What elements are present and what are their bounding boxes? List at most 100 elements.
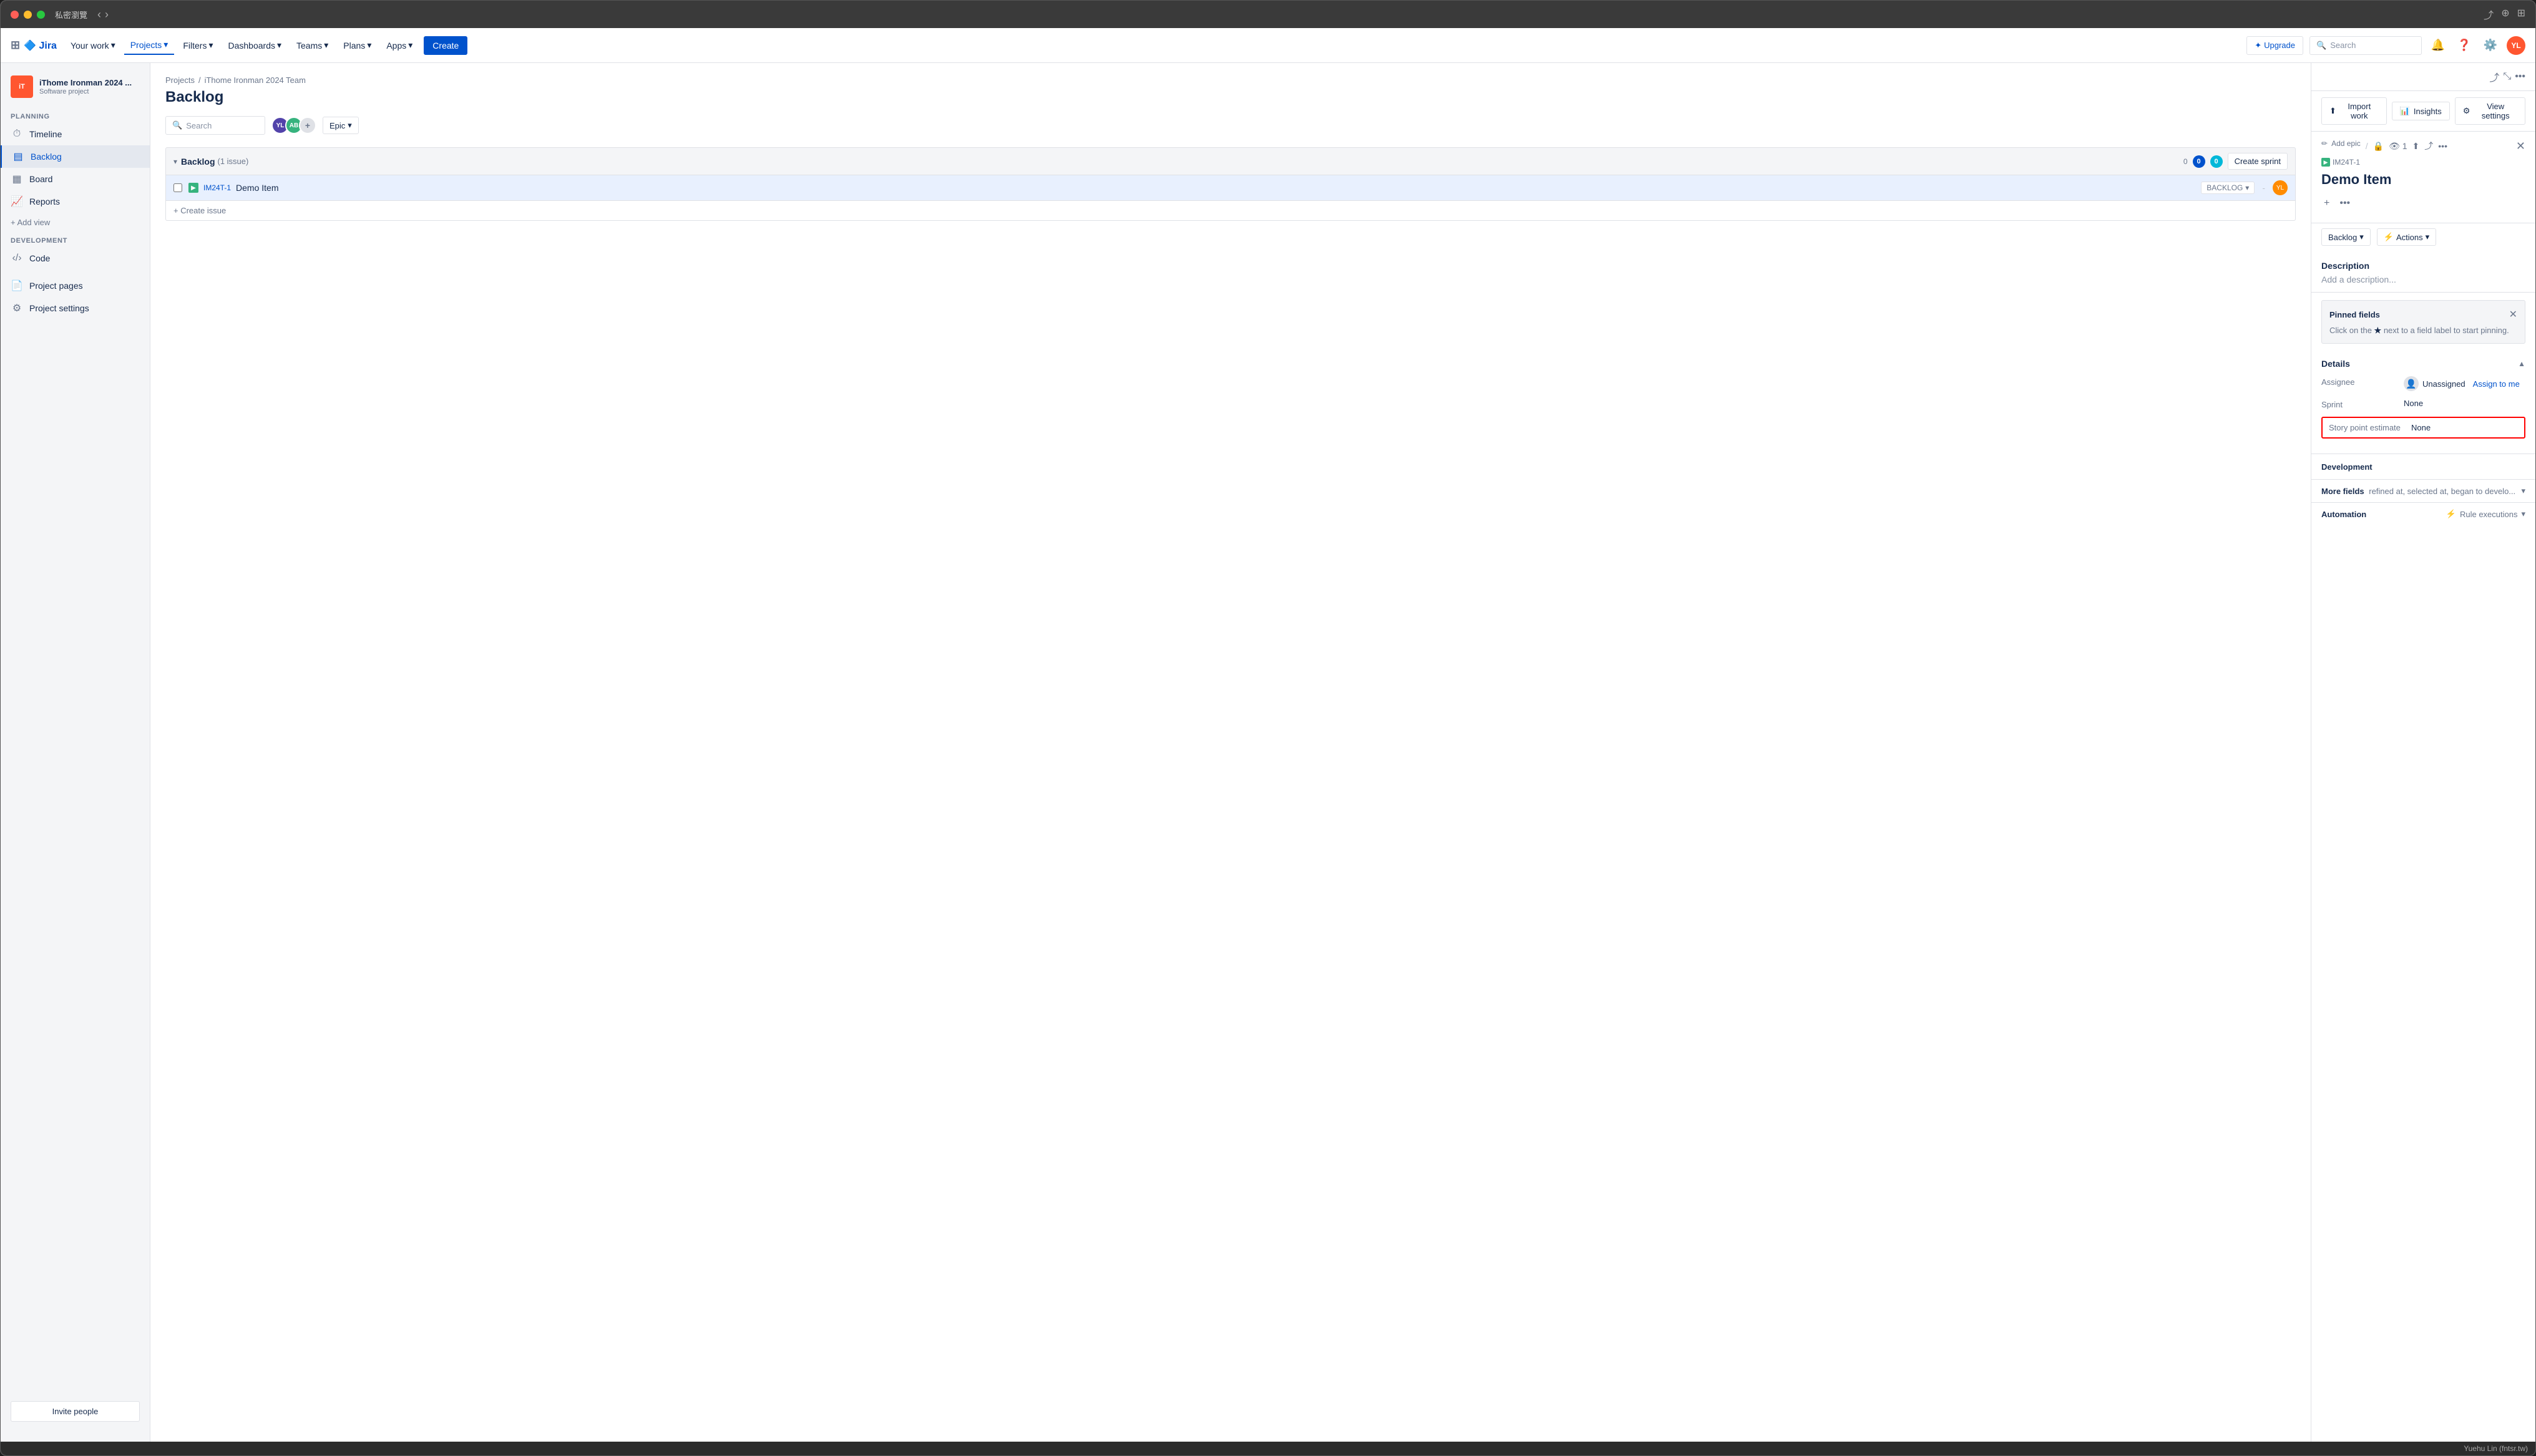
settings-icon: ⚙ bbox=[11, 302, 23, 314]
issue-checkbox[interactable] bbox=[173, 183, 182, 192]
panel-issue-title[interactable]: Demo Item bbox=[2321, 172, 2525, 188]
share-icon2[interactable]: ⤴ bbox=[2424, 140, 2433, 152]
project-header: iT iThome Ironman 2024 ... Software proj… bbox=[1, 73, 150, 108]
nav-your-work[interactable]: Your work ▾ bbox=[64, 36, 122, 54]
issue-id[interactable]: IM24T-1 bbox=[203, 183, 231, 192]
nav-teams[interactable]: Teams ▾ bbox=[290, 36, 334, 54]
upgrade-button[interactable]: ✦ Upgrade bbox=[2246, 36, 2303, 55]
sidebar-item-code[interactable]: ‹/› Code bbox=[1, 247, 150, 269]
invite-people-button[interactable]: Invite people bbox=[11, 1401, 140, 1422]
chevron-icon: ▾ bbox=[408, 40, 412, 51]
add-member-filter[interactable]: + bbox=[299, 117, 316, 134]
minimize-button[interactable] bbox=[24, 11, 32, 19]
story-point-value[interactable]: None bbox=[2411, 423, 2431, 432]
planning-section-label: PLANNING bbox=[1, 108, 150, 123]
upload-icon[interactable]: ⬆ bbox=[2412, 141, 2420, 152]
upgrade-star-icon: ✦ bbox=[2255, 41, 2261, 51]
global-search-bar[interactable]: 🔍 Search bbox=[2309, 36, 2422, 55]
apps-grid-icon[interactable]: ⊞ bbox=[11, 39, 20, 52]
more-icon2[interactable]: ••• bbox=[2438, 141, 2447, 151]
more-icon[interactable]: ••• bbox=[2515, 71, 2525, 82]
issue-title[interactable]: Demo Item bbox=[236, 183, 278, 193]
description-field[interactable]: Add a description... bbox=[2321, 274, 2525, 284]
details-section: Details ▲ Assignee 👤 Unassigned Assign t… bbox=[2311, 351, 2535, 454]
issue-type-indicator: ▶ bbox=[2321, 158, 2330, 167]
window-title: 私密瀏覽 bbox=[55, 9, 87, 21]
forward-button[interactable]: › bbox=[105, 8, 109, 21]
search-icon: 🔍 bbox=[172, 120, 182, 130]
development-section-label: DEVELOPMENT bbox=[1, 232, 150, 247]
backlog-search[interactable]: 🔍 Search bbox=[165, 116, 265, 135]
nav-dashboards[interactable]: Dashboards ▾ bbox=[222, 36, 288, 54]
nav-projects[interactable]: Projects ▾ bbox=[124, 36, 175, 55]
close-icon[interactable]: ✕ bbox=[2516, 140, 2525, 153]
expand-icon[interactable]: ⤡ bbox=[2503, 71, 2511, 82]
user-avatar[interactable]: YL bbox=[2507, 36, 2525, 55]
nav-plans[interactable]: Plans ▾ bbox=[337, 36, 378, 54]
chevron-icon: ▾ bbox=[208, 40, 213, 51]
sidebar-item-backlog[interactable]: ▤ Backlog bbox=[1, 145, 150, 168]
add-epic-link[interactable]: ✏ Add epic bbox=[2321, 139, 2361, 148]
backlog-issue-row[interactable]: ▶ IM24T-1 Demo Item BACKLOG ▾ - YL bbox=[165, 175, 2296, 201]
browser-nav: ‹ › bbox=[97, 8, 109, 21]
settings-icon: ⚙ bbox=[2463, 106, 2470, 116]
actions-button[interactable]: ⚡ Actions ▾ bbox=[2377, 228, 2436, 246]
story-point-row[interactable]: Story point estimate None bbox=[2321, 417, 2525, 439]
back-button[interactable]: ‹ bbox=[97, 8, 101, 21]
sidebar-item-reports[interactable]: 📈 Reports bbox=[1, 190, 150, 213]
share-icon[interactable]: ⤴ bbox=[2489, 69, 2499, 84]
notifications-icon[interactable]: 🔔 bbox=[2428, 36, 2448, 56]
nav-apps[interactable]: Apps ▾ bbox=[380, 36, 419, 54]
badge-zero: 0 bbox=[2183, 157, 2188, 166]
project-type: Software project bbox=[39, 88, 132, 95]
share-icon[interactable]: ⤴ bbox=[2484, 7, 2494, 22]
close-button[interactable] bbox=[11, 11, 19, 19]
code-icon: ‹/› bbox=[11, 252, 23, 265]
breadcrumb-project-name[interactable]: iThome Ironman 2024 Team bbox=[205, 75, 306, 85]
insights-icon: 📊 bbox=[2400, 106, 2410, 116]
board-icon: ▦ bbox=[11, 173, 23, 185]
sprint-value[interactable]: None bbox=[2404, 399, 2423, 408]
insights-button[interactable]: 📊 Insights bbox=[2392, 102, 2450, 120]
section-title: Backlog bbox=[181, 157, 215, 167]
sidebar-item-timeline[interactable]: ⏱ Timeline bbox=[1, 123, 150, 145]
backlog-section-header[interactable]: ▾ Backlog (1 issue) 0 0 0 Create sprint bbox=[165, 147, 2296, 175]
issue-status-badge[interactable]: BACKLOG ▾ bbox=[2201, 182, 2255, 194]
settings-icon[interactable]: ⚙️ bbox=[2480, 36, 2500, 56]
view-settings-button[interactable]: ⚙ View settings bbox=[2455, 97, 2525, 125]
chevron-icon: ▾ bbox=[163, 39, 168, 50]
nav-filters[interactable]: Filters ▾ bbox=[177, 36, 219, 54]
issue-type-icon: ▶ bbox=[188, 183, 198, 193]
reports-icon: 📈 bbox=[11, 195, 23, 208]
grid-icon[interactable]: ⊞ bbox=[2517, 7, 2525, 22]
breadcrumb-projects[interactable]: Projects bbox=[165, 75, 195, 85]
development-title: Development bbox=[2321, 462, 2373, 472]
page-title: Backlog bbox=[165, 89, 2296, 106]
sidebar-item-board[interactable]: ▦ Board bbox=[1, 168, 150, 190]
assign-me-link[interactable]: Assign to me bbox=[2473, 379, 2520, 389]
pinned-fields-close-icon[interactable]: ✕ bbox=[2509, 308, 2517, 321]
sprint-row: Sprint None bbox=[2321, 399, 2525, 409]
create-button[interactable]: Create bbox=[424, 36, 467, 55]
top-navigation: ⊞ 🔷 Jira Your work ▾ Projects ▾ Filters … bbox=[1, 28, 2535, 63]
help-icon[interactable]: ❓ bbox=[2454, 36, 2474, 56]
sidebar-item-project-settings[interactable]: ⚙ Project settings bbox=[1, 297, 150, 319]
epic-filter-button[interactable]: Epic ▾ bbox=[323, 117, 359, 134]
timeline-icon: ⏱ bbox=[11, 128, 23, 140]
more-actions-btn[interactable]: ••• bbox=[2337, 195, 2353, 211]
backlog-status-button[interactable]: Backlog ▾ bbox=[2321, 228, 2371, 246]
sidebar-item-project-pages[interactable]: 📄 Project pages bbox=[1, 274, 150, 297]
maximize-button[interactable] bbox=[37, 11, 45, 19]
chevron-down-icon: ▾ bbox=[348, 120, 352, 130]
more-fields-row[interactable]: More fields refined at, selected at, beg… bbox=[2311, 480, 2535, 503]
import-work-button[interactable]: ⬆ Import work bbox=[2321, 97, 2387, 125]
add-field-btn[interactable]: + bbox=[2321, 195, 2332, 211]
details-header[interactable]: Details ▲ bbox=[2321, 359, 2525, 369]
automation-row[interactable]: Automation ⚡ Rule executions ▾ bbox=[2311, 503, 2535, 525]
jira-logo[interactable]: ⊞ 🔷 Jira bbox=[11, 39, 57, 52]
plus-icon[interactable]: ⊕ bbox=[2501, 7, 2509, 22]
add-view-btn[interactable]: + Add view bbox=[1, 213, 150, 232]
create-issue-button[interactable]: + Create issue bbox=[165, 201, 2296, 221]
issue-assignee-avatar[interactable]: YL bbox=[2273, 180, 2288, 195]
create-sprint-button[interactable]: Create sprint bbox=[2228, 153, 2288, 170]
